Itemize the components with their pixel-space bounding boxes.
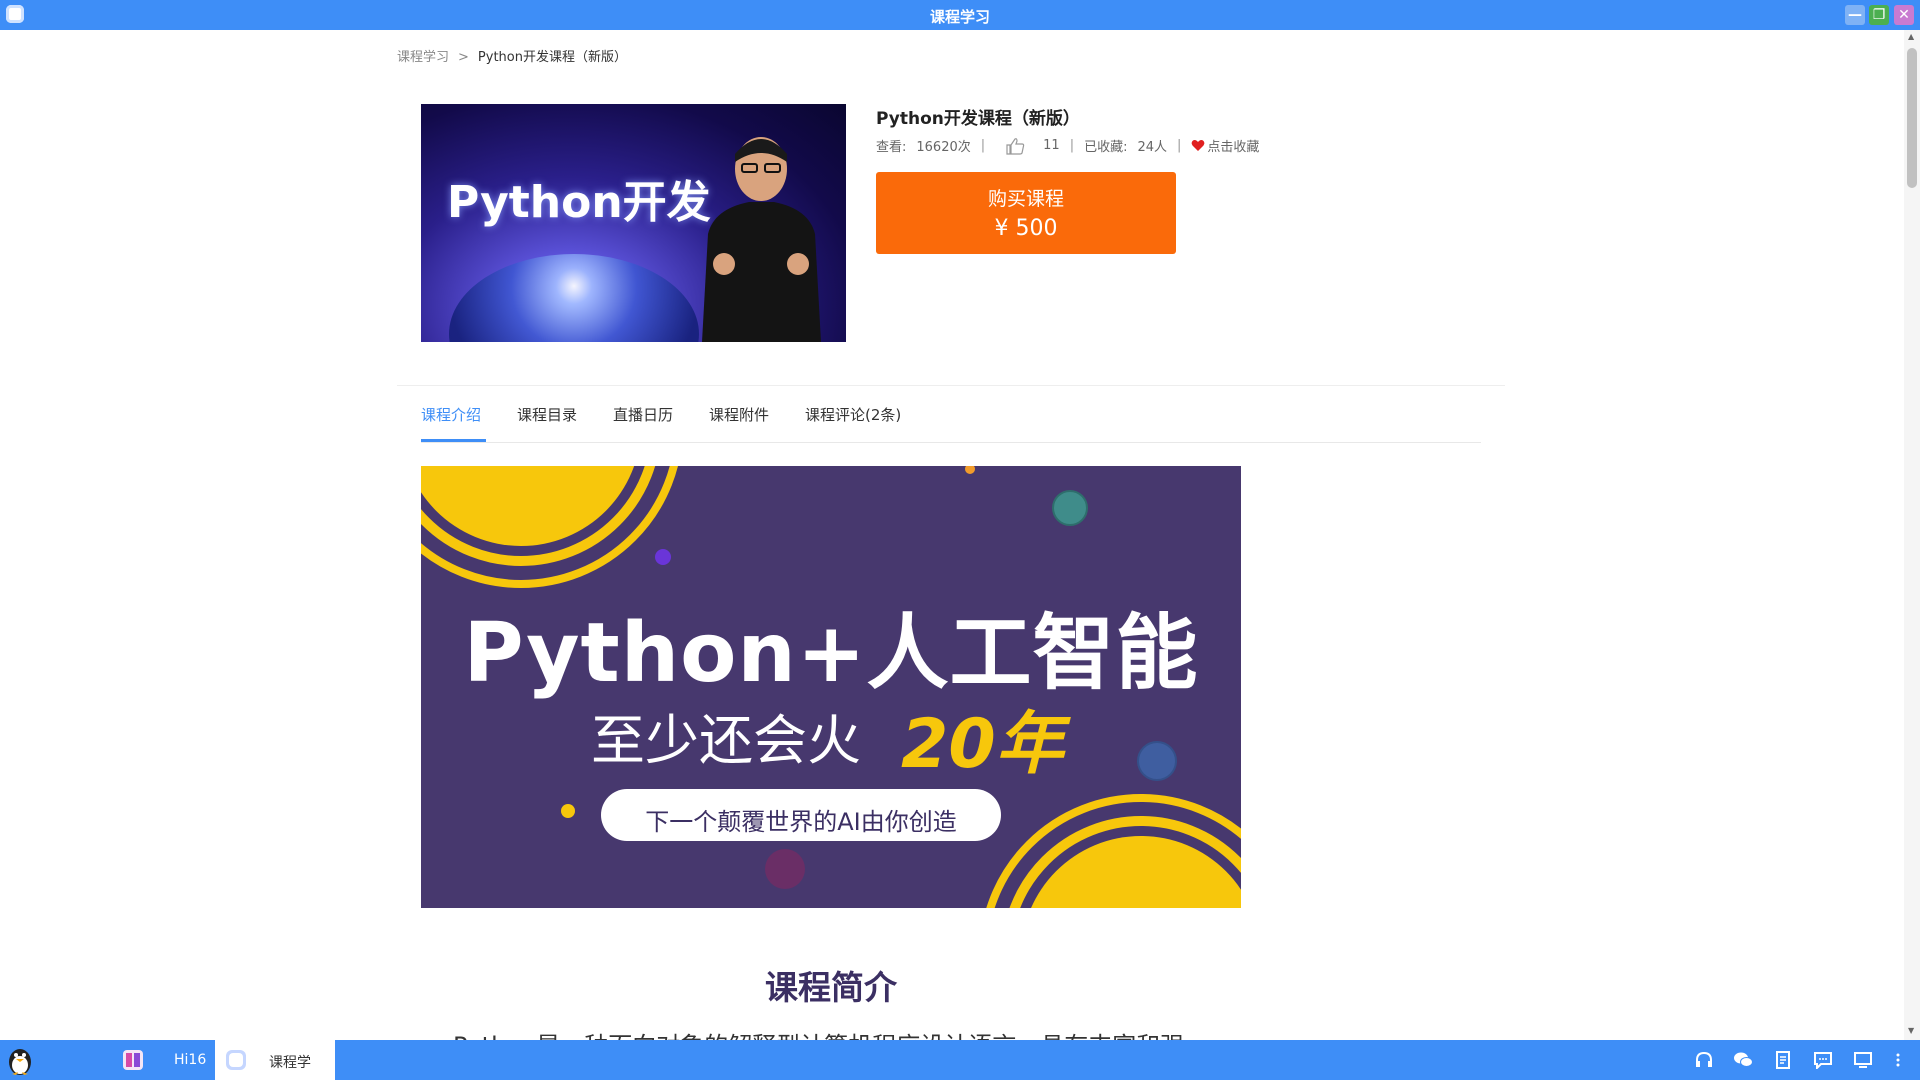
breadcrumb-separator: > bbox=[458, 50, 469, 65]
favorites-label: 已收藏: bbox=[1084, 140, 1128, 155]
heart-icon[interactable] bbox=[1191, 139, 1205, 152]
course-detail-panel: 课程介绍 课程目录 直播日历 课程附件 课程评论(2条) Python+人工智能… bbox=[397, 385, 1505, 1040]
main-content: 课程学习 > Python开发课程（新版） Python开发 Python开发课程（… bbox=[0, 30, 1904, 1040]
maximize-button[interactable]: ❐ bbox=[1869, 5, 1889, 25]
active-tab-indicator bbox=[421, 439, 486, 442]
intro-section-title: 课程简介 bbox=[765, 968, 897, 1007]
course-stats: 查看: 16620次 | 11 | 已收藏: 24人 | 点击收藏 bbox=[876, 136, 1260, 155]
banner-pill-text: 下一个颠覆世界的AI由你创造 bbox=[645, 808, 957, 836]
taskbar-item-hi16[interactable]: Hi16 bbox=[112, 1040, 215, 1080]
views-label: 查看: bbox=[876, 140, 907, 155]
course-card: Python开发 Python开发课程（新版） 查看: 16620次 | 11 … bbox=[397, 80, 1505, 366]
globe-graphic bbox=[449, 254, 699, 342]
buy-button-label: 购买课程 bbox=[987, 188, 1064, 210]
wechat-icon[interactable] bbox=[1733, 1051, 1753, 1069]
course-cover-image: Python开发 bbox=[421, 104, 846, 342]
taskbar-item-label: Hi16 bbox=[174, 1052, 207, 1068]
document-icon[interactable] bbox=[1773, 1051, 1793, 1069]
tab-course-catalog[interactable]: 课程目录 bbox=[517, 404, 577, 425]
scroll-down-arrow-icon[interactable]: ▼ bbox=[1908, 1026, 1914, 1035]
instructor-figure bbox=[702, 137, 821, 342]
taskbar-item-course-study[interactable]: 课程学 bbox=[215, 1040, 335, 1080]
more-icon[interactable] bbox=[1893, 1051, 1903, 1069]
monitor-icon[interactable] bbox=[1853, 1051, 1873, 1069]
taskbar-item-label: 课程学 bbox=[269, 1055, 311, 1071]
headset-icon[interactable] bbox=[1694, 1051, 1714, 1069]
intro-paragraph: Python是一种面向对象的解释型计算机程序设计语言，具有丰富和强 bbox=[453, 1026, 1184, 1040]
course-title: Python开发课程（新版） bbox=[876, 109, 1080, 129]
start-menu-icon[interactable] bbox=[4, 1044, 36, 1076]
banner-headline: Python+人工智能 bbox=[463, 606, 1199, 701]
favorites-value: 24人 bbox=[1137, 140, 1168, 155]
chat-icon[interactable] bbox=[1813, 1051, 1833, 1069]
tab-comments[interactable]: 课程评论(2条) bbox=[805, 404, 901, 425]
views-value: 16620次 bbox=[916, 140, 971, 155]
vertical-scrollbar[interactable]: ▲ ▼ bbox=[1904, 30, 1920, 1040]
minimize-button[interactable]: — bbox=[1845, 5, 1865, 25]
close-button[interactable]: ✕ bbox=[1894, 5, 1914, 25]
buy-course-button[interactable]: 购买课程 ¥ 500 bbox=[876, 172, 1176, 254]
title-bar: 课程学习 — ❐ ✕ bbox=[0, 0, 1920, 30]
course-app-icon bbox=[226, 1050, 246, 1070]
breadcrumb: 课程学习 > Python开发课程（新版） bbox=[397, 46, 627, 65]
breadcrumb-root-link[interactable]: 课程学习 bbox=[397, 50, 449, 65]
tab-attachments[interactable]: 课程附件 bbox=[709, 404, 769, 425]
likes-count: 11 bbox=[1043, 138, 1060, 153]
breadcrumb-current: Python开发课程（新版） bbox=[477, 50, 627, 65]
banner-subline: 至少还会火 bbox=[591, 709, 861, 772]
thumbs-up-icon[interactable] bbox=[1005, 137, 1025, 155]
window-title: 课程学习 bbox=[929, 8, 990, 26]
scroll-up-arrow-icon[interactable]: ▲ bbox=[1908, 32, 1914, 41]
banner-highlight: 20年 bbox=[901, 705, 1064, 784]
tab-live-calendar[interactable]: 直播日历 bbox=[613, 404, 673, 425]
scrollbar-thumb[interactable] bbox=[1907, 48, 1917, 188]
hi16-app-icon bbox=[123, 1050, 143, 1070]
favorite-link[interactable]: 点击收藏 bbox=[1207, 136, 1259, 155]
tab-bar: 课程介绍 课程目录 直播日历 课程附件 课程评论(2条) bbox=[421, 386, 1481, 443]
course-price: ¥ 500 bbox=[994, 216, 1058, 241]
cover-text: Python开发 bbox=[447, 177, 711, 228]
course-banner-image: Python+人工智能 至少还会火 20年 下一个颠覆世界的AI由你创造 bbox=[421, 466, 1241, 908]
tab-course-intro[interactable]: 课程介绍 bbox=[421, 404, 481, 425]
taskbar: Hi16 课程学 bbox=[0, 1040, 1920, 1080]
